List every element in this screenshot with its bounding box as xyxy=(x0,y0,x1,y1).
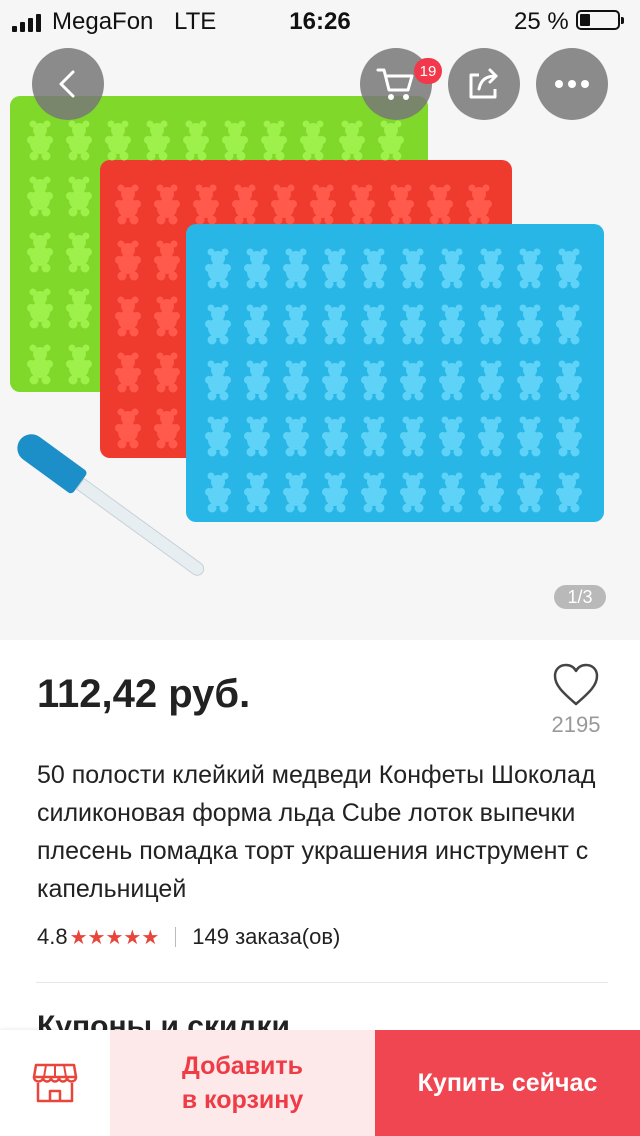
more-dots-icon xyxy=(555,80,589,88)
store-button[interactable] xyxy=(0,1030,110,1136)
add-to-cart-button[interactable]: Добавить в корзину xyxy=(110,1030,375,1136)
battery-icon xyxy=(576,10,624,30)
add-to-cart-label-line2: в корзину xyxy=(181,1086,304,1114)
back-button[interactable] xyxy=(32,48,104,120)
status-bar: MegaFon LTE 16:26 25 % xyxy=(0,0,640,40)
heart-icon[interactable] xyxy=(552,662,600,708)
cart-count-badge: 19 xyxy=(414,58,442,84)
rating-row[interactable]: 4.8 ★★★★★ 149 заказа(ов) xyxy=(37,922,340,952)
bottom-action-bar: Добавить в корзину Купить сейчас xyxy=(0,1030,640,1136)
product-price: 112,42 руб. xyxy=(37,672,251,716)
buy-now-button[interactable]: Купить сейчас xyxy=(375,1030,640,1136)
battery-percent: 25 % xyxy=(514,8,569,35)
cart-icon xyxy=(376,68,414,100)
rating-value: 4.8 xyxy=(37,924,68,949)
gallery-pager: 1/3 xyxy=(554,585,606,609)
product-title: 50 полости клейкий медведи Конфеты Шокол… xyxy=(37,761,596,903)
more-button[interactable] xyxy=(536,48,608,120)
share-icon xyxy=(469,68,498,99)
section-divider xyxy=(36,982,608,983)
rating-stars: ★★★★★ xyxy=(69,926,160,949)
share-button[interactable] xyxy=(448,48,520,120)
wishlist-count: 2195 xyxy=(551,712,601,737)
add-to-cart-label-line1: Добавить xyxy=(181,1052,304,1080)
divider xyxy=(175,927,177,947)
chevron-left-icon xyxy=(59,70,75,98)
store-icon xyxy=(32,1063,78,1103)
orders-count: 149 заказа(ов) xyxy=(192,924,341,949)
